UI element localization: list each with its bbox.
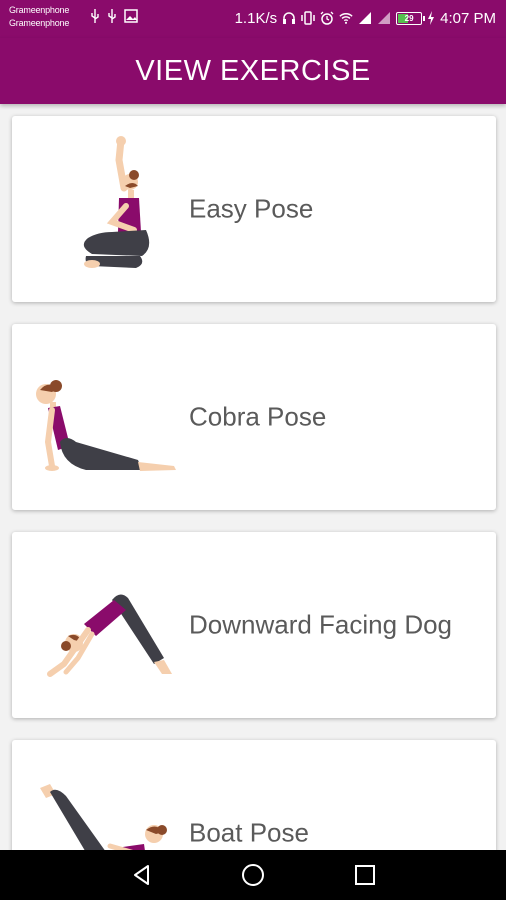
exercise-label: Easy Pose bbox=[189, 193, 314, 224]
exercise-card-cobra-pose[interactable]: Cobra Pose bbox=[12, 324, 496, 510]
alarm-icon bbox=[320, 11, 334, 25]
clock: 4:07 PM bbox=[440, 9, 496, 27]
easy-pose-illustration bbox=[83, 136, 150, 268]
battery-level: 29 bbox=[404, 13, 414, 23]
wifi-icon bbox=[339, 13, 353, 24]
status-right: 1.1K/s 29 4:07 PM bbox=[235, 9, 496, 27]
headset-icon bbox=[283, 12, 296, 24]
app-bar: VIEW EXERCISE bbox=[0, 38, 506, 104]
page-title: VIEW EXERCISE bbox=[135, 54, 371, 87]
downward-dog-illustration bbox=[47, 594, 172, 677]
recents-icon[interactable] bbox=[350, 860, 380, 890]
exercise-label: Boat Pose bbox=[189, 817, 309, 848]
exercise-label: Cobra Pose bbox=[189, 401, 327, 432]
exercise-card-easy-pose[interactable]: Easy Pose bbox=[12, 116, 496, 302]
battery-icon: 29 bbox=[396, 11, 426, 25]
net-speed: 1.1K/s bbox=[234, 9, 278, 27]
exercise-label: Downward Facing Dog bbox=[189, 609, 453, 640]
home-icon[interactable] bbox=[238, 860, 268, 890]
boat-pose-illustration bbox=[40, 784, 167, 850]
system-navigation-bar bbox=[0, 850, 506, 900]
vibrate-icon bbox=[301, 11, 315, 25]
exercise-card-downward-facing-dog[interactable]: Downward Facing Dog bbox=[12, 532, 496, 718]
image-icon bbox=[124, 9, 138, 23]
usb-icon bbox=[108, 9, 116, 23]
exercise-card-boat-pose[interactable]: Boat Pose bbox=[12, 740, 496, 850]
status-bar: Grameenphone Grameenphone 1.1K/s 29 4:07… bbox=[0, 0, 506, 38]
carrier-names: Grameenphone Grameenphone bbox=[9, 4, 69, 30]
carrier-2: Grameenphone bbox=[9, 18, 70, 28]
signal-icon bbox=[359, 12, 372, 24]
exercise-list[interactable]: Easy Pose Cobra Pose Downward Facing Dog… bbox=[0, 104, 506, 850]
signal-icon bbox=[378, 12, 391, 24]
cobra-pose-illustration bbox=[36, 380, 176, 471]
charging-icon bbox=[428, 11, 435, 25]
carrier-1: Grameenphone bbox=[9, 5, 70, 15]
usb-icon bbox=[91, 9, 99, 23]
back-icon[interactable] bbox=[127, 860, 157, 890]
notification-icons bbox=[90, 9, 138, 23]
